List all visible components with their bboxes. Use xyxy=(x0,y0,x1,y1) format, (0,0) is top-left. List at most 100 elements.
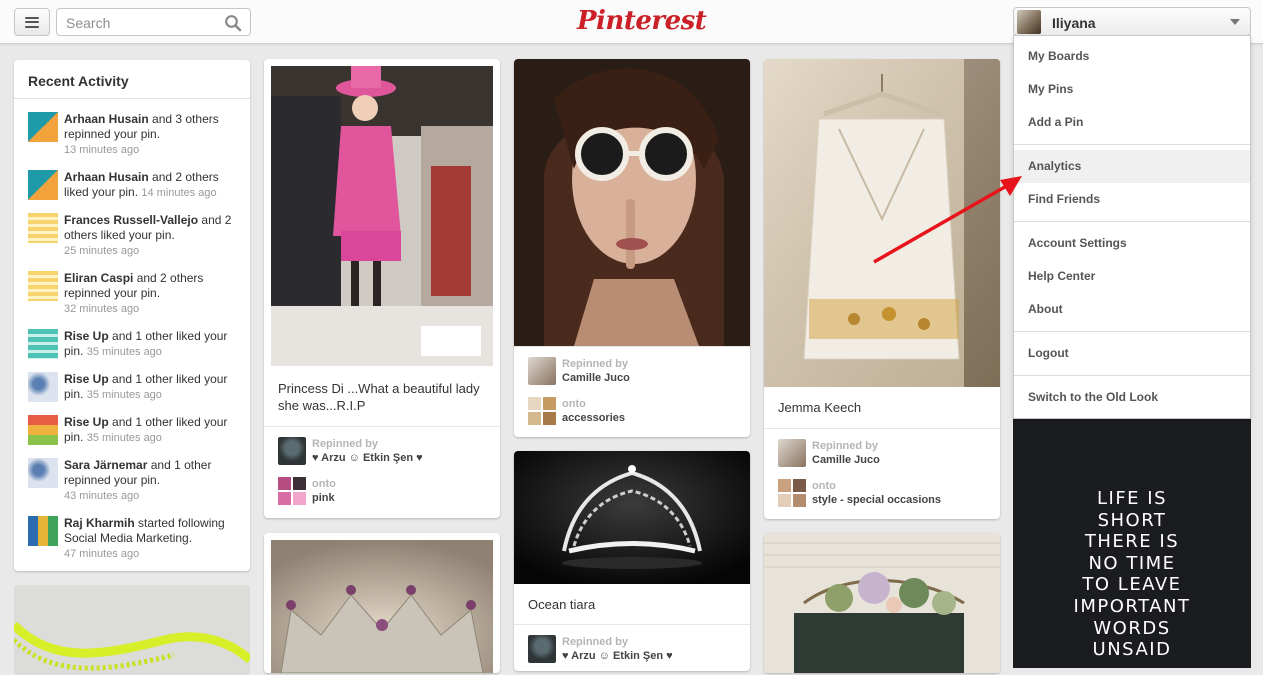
pin-card-sunglasses[interactable]: Repinned by Camille Juco onto accessorie… xyxy=(514,59,750,437)
pin-card-dress[interactable]: Jemma Keech Repinned by Camille Juco ont… xyxy=(764,59,1000,519)
pin-thumbnail[interactable] xyxy=(28,516,58,546)
repinned-label: Repinned by xyxy=(562,358,629,370)
quote-line: NO TIME xyxy=(1088,552,1176,574)
divider xyxy=(764,428,1000,429)
board-thumbnail[interactable] xyxy=(278,477,306,505)
repinned-user[interactable]: Camille Juco xyxy=(562,371,630,385)
pin-thumbnail[interactable] xyxy=(28,271,58,301)
pin-thumbnail[interactable] xyxy=(28,112,58,142)
menu-divider xyxy=(1014,331,1250,332)
recent-activity-panel: Recent Activity Arhaan Husain and 3 othe… xyxy=(14,60,250,571)
pinterest-logo[interactable]: Pinterest xyxy=(577,4,707,38)
pin-thumbnail[interactable] xyxy=(28,415,58,445)
onto-label: onto xyxy=(312,478,336,490)
chevron-down-icon xyxy=(1230,19,1240,25)
repinned-label: Repinned by xyxy=(312,438,379,450)
user-avatar[interactable] xyxy=(528,357,556,385)
divider xyxy=(514,624,750,625)
pin-thumbnail[interactable] xyxy=(28,329,58,359)
pin-card-crown[interactable] xyxy=(264,533,500,673)
divider xyxy=(264,426,500,427)
board-info[interactable]: onto style - special occasions xyxy=(778,479,988,507)
repinned-user[interactable]: ♥ Arzu ☺ Etkin Şen ♥ xyxy=(562,649,673,663)
activity-user[interactable]: Raj Kharmih xyxy=(64,516,135,530)
activity-user[interactable]: Eliran Caspi xyxy=(64,271,133,285)
menu-divider xyxy=(1014,375,1250,376)
menu-item-add-a-pin[interactable]: Add a Pin xyxy=(1014,106,1250,139)
board-name[interactable]: pink xyxy=(312,491,335,505)
recent-activity-title: Recent Activity xyxy=(28,73,129,89)
board-name[interactable]: accessories xyxy=(562,411,625,425)
activity-user[interactable]: Frances Russell-Vallejo xyxy=(64,213,198,227)
pin-image[interactable] xyxy=(764,59,1000,387)
divider xyxy=(514,346,750,347)
activity-user[interactable]: Rise Up xyxy=(64,415,109,429)
repinned-label: Repinned by xyxy=(562,636,629,648)
search-box[interactable] xyxy=(56,8,251,36)
activity-user[interactable]: Arhaan Husain xyxy=(64,112,149,126)
menu-item-my-boards[interactable]: My Boards xyxy=(1014,40,1250,73)
board-name[interactable]: style - special occasions xyxy=(812,493,941,507)
pin-caption: Jemma Keech xyxy=(778,400,862,415)
pin-image[interactable] xyxy=(271,540,493,673)
user-avatar[interactable] xyxy=(278,437,306,465)
quote-line: IMPORTANT xyxy=(1073,595,1191,617)
activity-user[interactable]: Rise Up xyxy=(64,329,109,343)
avatar xyxy=(1017,10,1041,34)
divider xyxy=(14,98,250,99)
menu-item-analytics[interactable]: Analytics xyxy=(1014,150,1250,183)
quote-line: THERE IS xyxy=(1084,531,1180,553)
quote-line: TO LEAVE xyxy=(1082,574,1182,596)
pin-caption: Princess Di ...What a beautiful lady she… xyxy=(278,381,480,413)
pin-thumbnail[interactable] xyxy=(28,372,58,402)
user-avatar[interactable] xyxy=(778,439,806,467)
activity-user[interactable]: Arhaan Husain xyxy=(64,170,149,184)
pin-thumbnail[interactable] xyxy=(28,170,58,200)
user-menu-button[interactable]: Iliyana xyxy=(1013,7,1251,36)
repinned-user[interactable]: Camille Juco xyxy=(812,453,880,467)
pin-card-quote[interactable]: LIFE IS SHORT THERE IS NO TIME TO LEAVE … xyxy=(1013,418,1251,668)
board-thumbnail[interactable] xyxy=(778,479,806,507)
pin-card-flowers[interactable] xyxy=(764,533,1000,673)
activity-user[interactable]: Sara Järnemar xyxy=(64,458,147,472)
board-info[interactable]: onto pink xyxy=(278,477,488,505)
quote-line: LIFE IS xyxy=(1096,488,1168,509)
repinned-by[interactable]: Repinned by Camille Juco xyxy=(778,439,988,467)
menu-item-find-friends[interactable]: Find Friends xyxy=(1014,183,1250,216)
pin-image[interactable] xyxy=(764,533,1000,673)
repinned-user[interactable]: ♥ Arzu ☺ Etkin Şen ♥ xyxy=(312,451,423,465)
activity-time: 25 minutes ago xyxy=(64,245,140,257)
menu-button[interactable] xyxy=(14,8,50,36)
menu-divider xyxy=(1014,221,1250,222)
menu-item-switch-old-look[interactable]: Switch to the Old Look xyxy=(1014,381,1250,414)
quote-line: WORDS xyxy=(1093,617,1171,639)
menu-item-about[interactable]: About xyxy=(1014,293,1250,326)
search-icon[interactable] xyxy=(224,14,242,32)
activity-time: 14 minutes ago xyxy=(141,187,217,199)
board-info[interactable]: onto accessories xyxy=(528,397,738,425)
pin-image[interactable] xyxy=(514,59,750,346)
pin-image[interactable] xyxy=(514,451,750,584)
menu-item-account-settings[interactable]: Account Settings xyxy=(1014,227,1250,260)
pin-thumbnail[interactable] xyxy=(28,213,58,243)
search-input[interactable] xyxy=(66,14,216,32)
board-thumbnail[interactable] xyxy=(528,397,556,425)
pin-image[interactable] xyxy=(14,585,250,675)
user-avatar[interactable] xyxy=(528,635,556,663)
menu-item-help-center[interactable]: Help Center xyxy=(1014,260,1250,293)
menu-item-my-pins[interactable]: My Pins xyxy=(1014,73,1250,106)
repinned-by[interactable]: Repinned by ♥ Arzu ☺ Etkin Şen ♥ xyxy=(528,635,738,663)
onto-label: onto xyxy=(812,480,836,492)
hamburger-icon xyxy=(25,16,39,28)
pin-thumbnail[interactable] xyxy=(28,458,58,488)
pin-card-tiara[interactable]: Ocean tiara Repinned by ♥ Arzu ☺ Etkin Ş… xyxy=(514,451,750,671)
menu-divider xyxy=(1014,144,1250,145)
pin-card-diana[interactable]: Princess Di ...What a beautiful lady she… xyxy=(264,59,500,518)
repinned-by[interactable]: Repinned by ♥ Arzu ☺ Etkin Şen ♥ xyxy=(278,437,488,465)
pin-card-necklace[interactable] xyxy=(14,585,250,675)
activity-time: 32 minutes ago xyxy=(64,303,140,315)
activity-user[interactable]: Rise Up xyxy=(64,372,109,386)
pin-image[interactable] xyxy=(271,66,493,366)
repinned-by[interactable]: Repinned by Camille Juco xyxy=(528,357,738,385)
menu-item-logout[interactable]: Logout xyxy=(1014,337,1250,370)
